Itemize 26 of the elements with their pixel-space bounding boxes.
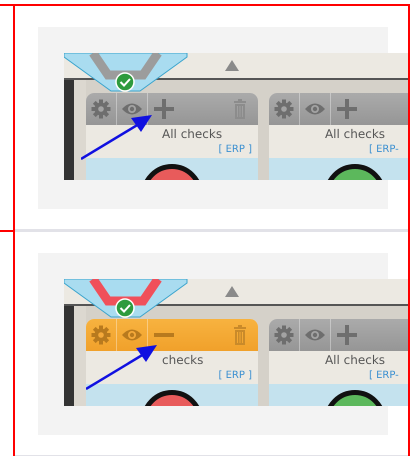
trash-icon[interactable]	[234, 325, 246, 345]
settings-icon[interactable]	[91, 325, 111, 345]
eye-icon[interactable]	[304, 328, 326, 342]
card-title: All checks	[161, 126, 224, 143]
plus-icon[interactable]	[154, 99, 174, 119]
eye-icon[interactable]	[121, 328, 143, 342]
plus-icon[interactable]	[336, 99, 356, 119]
settings-icon[interactable]	[274, 325, 294, 345]
settings-icon[interactable]	[274, 99, 294, 119]
plus-icon[interactable]	[336, 325, 356, 345]
system-tag: [ ERP-	[369, 370, 399, 382]
settings-icon[interactable]	[91, 99, 111, 119]
system-tag: [ ERP-	[369, 144, 399, 156]
system-tag: [ ERP ]	[218, 144, 252, 156]
minus-icon[interactable]	[154, 333, 174, 337]
trash-icon[interactable]	[234, 99, 246, 119]
collapse-up-icon	[225, 286, 239, 297]
pointer-arrow	[81, 115, 153, 160]
system-tag: [ ERP ]	[218, 370, 252, 382]
collapse-up-icon	[225, 60, 239, 71]
pointer-arrow	[86, 345, 158, 390]
card-title: All checks	[324, 126, 386, 143]
card-title: checks	[161, 352, 204, 369]
eye-icon[interactable]	[121, 102, 143, 116]
card-title: All checks	[324, 352, 386, 369]
eye-icon[interactable]	[304, 102, 326, 116]
